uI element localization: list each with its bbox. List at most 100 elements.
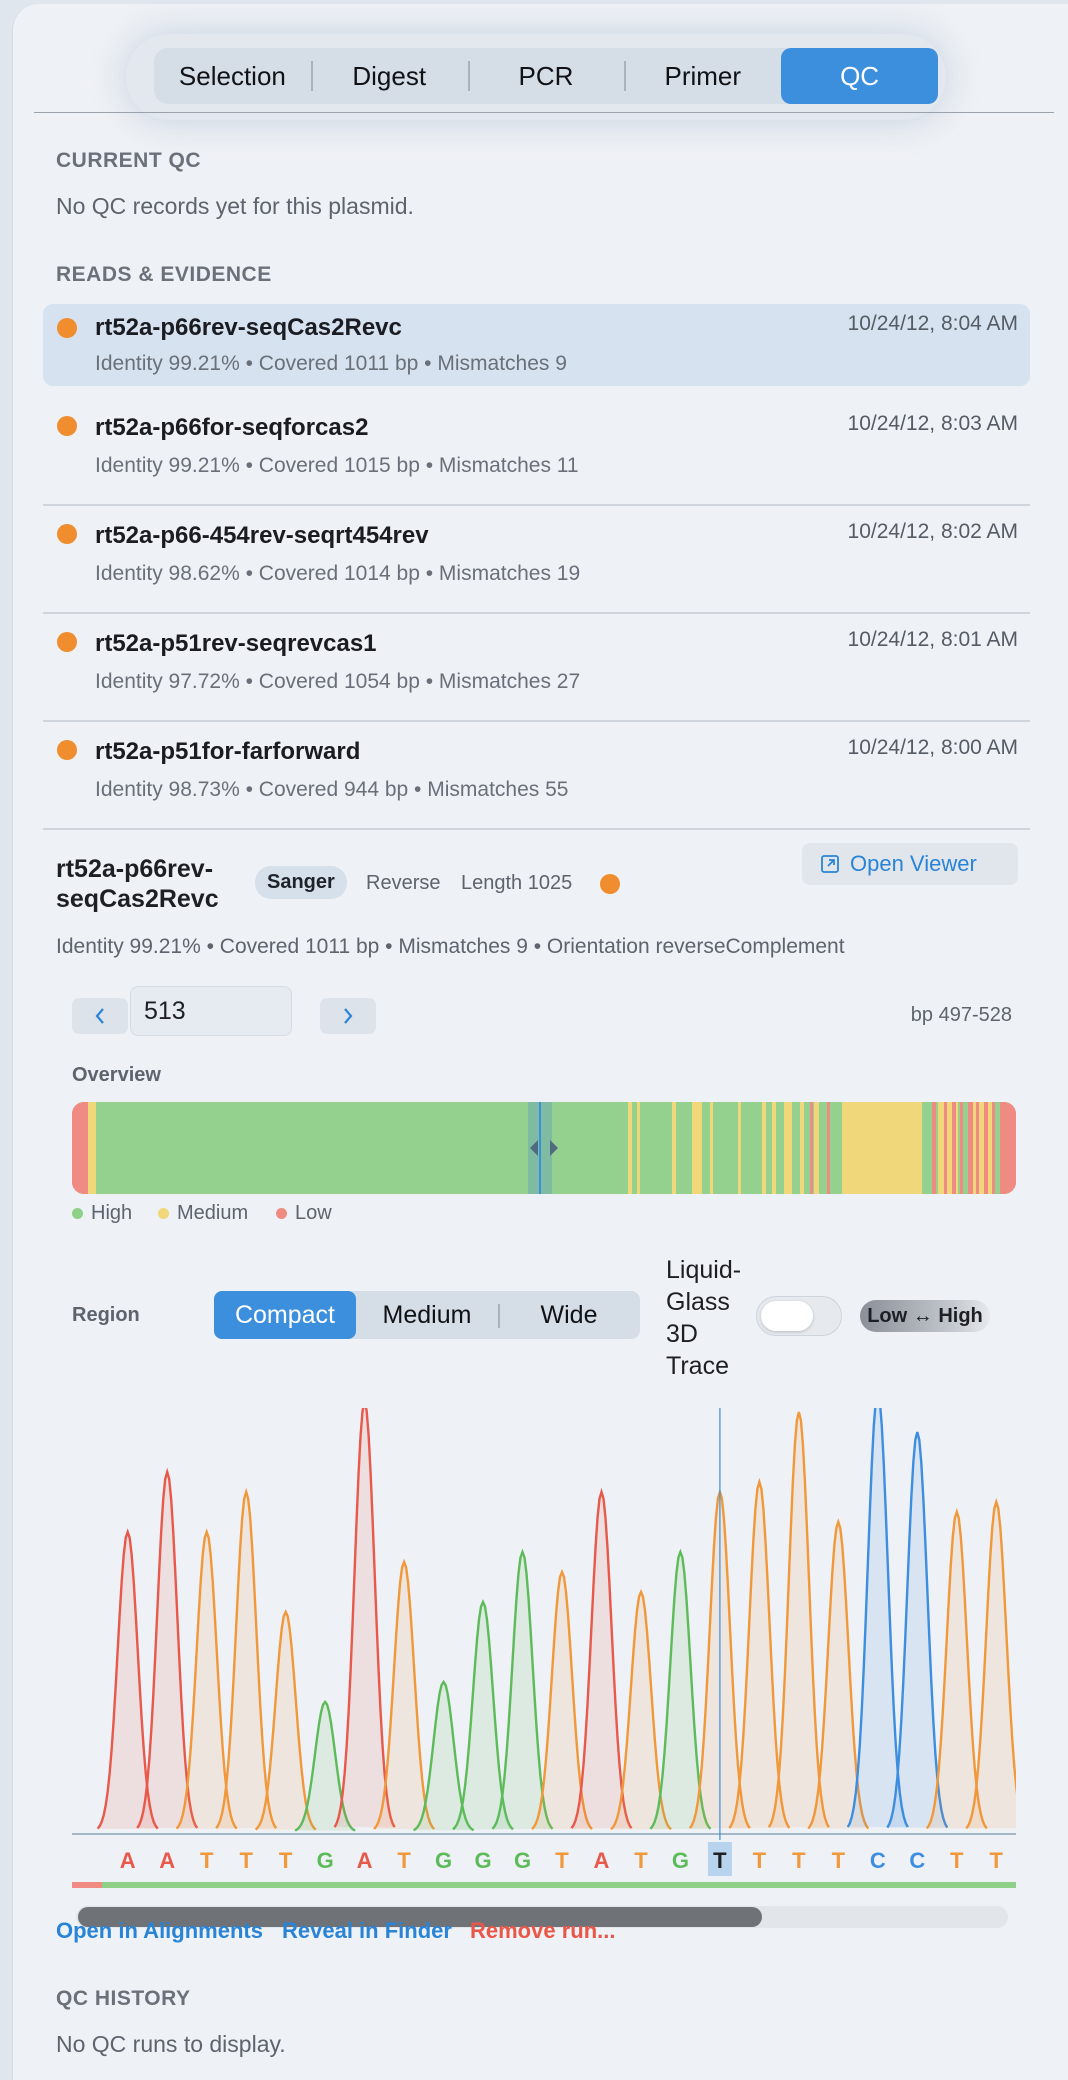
region-selector: Compact Medium Wide [214,1291,640,1339]
quality-strip [72,1882,1016,1888]
region-label: Region [72,1304,140,1326]
base-call[interactable]: G [435,1848,452,1873]
base-call[interactable]: T [239,1848,253,1873]
tab-primer[interactable]: Primer [624,48,781,104]
medium-quality-segment [842,1102,922,1194]
medium-quality-segment [738,1102,741,1194]
region-option-wide[interactable]: Wide [498,1291,640,1339]
base-call[interactable]: T [200,1848,214,1873]
medium-quality-segment [88,1102,96,1194]
next-button[interactable] [320,998,376,1034]
legend-label: Medium [177,1202,249,1224]
read-row[interactable]: rt52a-p66rev-seqCas2Revc Identity 99.21% … [43,304,1030,386]
base-call[interactable]: T [990,1848,1004,1873]
legend-item-low: Low [276,1202,332,1225]
medium-quality-segment [637,1102,640,1194]
base-call[interactable]: T [555,1848,569,1873]
medium-quality-segment [628,1102,632,1194]
low-quality-segment [984,1102,988,1194]
base-call[interactable]: G [474,1848,491,1873]
tab-qc[interactable]: QC [781,48,938,104]
region-option-compact[interactable]: Compact [214,1291,356,1339]
legend-label: High [91,1202,133,1224]
divider [34,112,1054,113]
trace-mode-label: Liquid- Glass 3D Trace [666,1254,741,1382]
tab-selection[interactable]: Selection [154,48,311,104]
quality-overview-bar[interactable] [72,1102,1016,1194]
detail-read-name: rt52a-p66rev- seqCas2Revc [56,854,219,914]
status-dot [600,874,620,894]
status-dot [57,740,77,760]
position-input[interactable] [130,986,292,1036]
read-timestamp: 10/24/12, 8:04 AM [847,312,1018,335]
medium-quality-segment [762,1102,766,1194]
read-timestamp: 10/24/12, 8:01 AM [847,628,1018,651]
read-timestamp: 10/24/12, 8:03 AM [847,412,1018,435]
base-call[interactable]: T [792,1848,806,1873]
base-call[interactable]: T [713,1848,727,1873]
read-row[interactable]: rt52a-p66-454rev-seqrt454rev Identity 98.… [43,508,1030,614]
base-call[interactable]: C [870,1848,886,1873]
low-quality-segment [810,1102,813,1194]
reveal-in-finder-link[interactable]: Reveal in Finder [282,1918,452,1944]
base-call[interactable]: T [279,1848,293,1873]
liquid-glass-toggle[interactable] [756,1296,842,1336]
base-call[interactable]: G [672,1848,689,1873]
read-row[interactable]: rt52a-p51for-farforward Identity 98.73% •… [43,724,1030,830]
low-quality-segment [932,1102,936,1194]
read-meta: Identity 98.73% • Covered 944 bp • Misma… [95,778,569,801]
base-call[interactable]: A [594,1848,610,1873]
status-dot [57,318,77,338]
low-quality-segment [968,1102,973,1194]
medium-quality-segment [814,1102,819,1194]
trace-label-line: Trace [666,1352,729,1380]
remove-run-link[interactable]: Remove run... [470,1918,615,1944]
read-name: rt52a-p66-454rev-seqrt454rev [95,522,429,549]
base-call[interactable]: T [832,1848,846,1873]
base-call[interactable]: G [514,1848,531,1873]
status-dot [57,632,77,652]
overview-label: Overview [72,1064,161,1086]
bp-range: bp 497-528 [910,1004,1012,1026]
chevron-left-icon [95,1008,104,1024]
base-call[interactable]: A [159,1848,175,1873]
qc-history-heading: QC HISTORY [56,1987,191,2010]
trace-peak-A-fill [334,1408,395,1828]
base-call[interactable]: T [753,1848,767,1873]
low-quality-segment [827,1102,830,1194]
open-in-alignments-link[interactable]: Open in Alignments [56,1918,263,1944]
low-quality-segment [976,1102,979,1194]
viewport-cursor [539,1102,541,1194]
legend-label: Low [295,1202,332,1224]
status-dot [57,524,77,544]
base-call[interactable]: G [317,1848,334,1873]
read-row[interactable]: rt52a-p66for-seqforcas2 Identity 99.21% •… [43,400,1030,506]
previous-button[interactable] [72,998,128,1034]
read-row[interactable]: rt52a-p51rev-seqrevcas1 Identity 97.72% •… [43,616,1030,722]
status-dot [57,416,77,436]
medium-quality-segment [672,1102,676,1194]
read-timestamp: 10/24/12, 8:00 AM [847,736,1018,759]
region-option-medium[interactable]: Medium [356,1291,498,1339]
medium-quality-segment [972,1102,992,1194]
legend-item-high: High [72,1202,132,1225]
tab-pcr[interactable]: PCR [467,48,625,104]
base-call[interactable]: A [120,1848,136,1873]
contrast-slider[interactable]: Low ↔ High [860,1300,990,1332]
base-call[interactable]: C [909,1848,925,1873]
quality-strip-low [72,1882,102,1888]
medium-quality-segment [800,1102,804,1194]
base-call[interactable]: A [357,1848,373,1873]
detail-read-name-line1: rt52a-p66rev- [56,855,214,883]
current-qc-empty-text: No QC records yet for this plasmid. [56,193,414,219]
tab-bar: Selection Digest PCR Primer QC [154,48,938,104]
base-call[interactable]: T [634,1848,648,1873]
tab-digest[interactable]: Digest [310,48,468,104]
reads-heading: READS & EVIDENCE [56,263,272,286]
base-call[interactable]: T [950,1848,964,1873]
trace-label-line: 3D [666,1320,698,1348]
base-call[interactable]: T [397,1848,411,1873]
open-external-icon [821,855,839,873]
chromatogram[interactable]: AATTTGATGGGTATGTTTTCCTT [72,1408,1016,1888]
open-viewer-button[interactable]: Open Viewer [802,843,1018,885]
